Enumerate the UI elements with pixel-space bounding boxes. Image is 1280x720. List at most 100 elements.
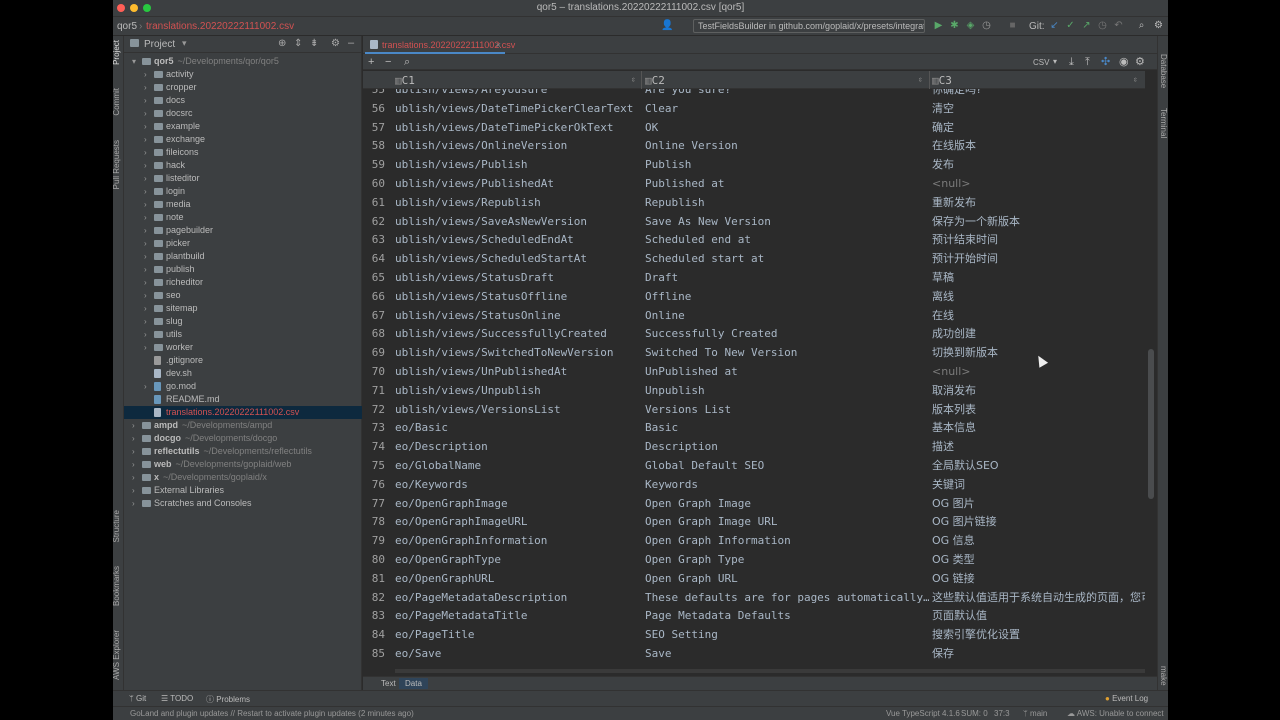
chevron-right-icon[interactable]: › — [144, 133, 147, 146]
cell-c1[interactable]: eo/Keywords — [395, 475, 640, 494]
search-icon[interactable]: ⌕ — [1136, 20, 1147, 31]
column-header-c2[interactable]: ▥C2 — [645, 74, 665, 87]
cell-c3[interactable]: 页面默认值 — [932, 606, 1145, 625]
cell-c1[interactable]: ublish/views/ScheduledStartAt — [395, 249, 640, 268]
aws-explorer-tool-button[interactable]: AWS Explorer — [113, 630, 121, 680]
caret-position[interactable]: 37:3 — [994, 709, 1010, 718]
cell-c1[interactable]: eo/PageMetadataDescription — [395, 588, 640, 607]
git-branch-widget[interactable]: ᛘ main — [1023, 709, 1047, 718]
cell-c2[interactable]: Are you sure? — [645, 89, 929, 99]
chevron-right-icon[interactable]: › — [144, 315, 147, 328]
table-row[interactable]: 69 ublish/views/SwitchedToNewVersion Switc… — [363, 343, 1145, 362]
table-row[interactable]: 71 ublish/views/Unpublish Unpublish 取消发布 — [363, 381, 1145, 400]
git-rollback-icon[interactable]: ↶ — [1113, 20, 1124, 31]
cell-c2[interactable]: Online — [645, 306, 929, 325]
cell-c2[interactable]: Successfully Created — [645, 324, 929, 343]
chevron-right-icon[interactable]: › — [144, 146, 147, 159]
database-tool-button[interactable]: Database — [1159, 54, 1168, 88]
sort-icon[interactable]: ⇳ — [631, 75, 636, 84]
locate-file-icon[interactable]: ⊕ — [278, 38, 286, 49]
cell-c2[interactable]: Description — [645, 437, 929, 456]
pull-requests-tool-button[interactable]: Pull Requests — [113, 140, 121, 189]
chevron-right-icon[interactable]: › — [144, 328, 147, 341]
export-icon[interactable]: ⤓ — [1069, 56, 1074, 68]
chevron-right-icon[interactable]: › — [132, 497, 135, 510]
table-row[interactable]: 56 ublish/views/DateTimePickerClearText Cl… — [363, 99, 1145, 118]
cell-c1[interactable]: ublish/views/VersionsList — [395, 400, 640, 419]
cell-c3[interactable]: OG 图片链接 — [932, 512, 1145, 531]
cell-c1[interactable]: eo/GlobalName — [395, 456, 640, 475]
tree-item[interactable]: › media — [124, 198, 362, 211]
tree-item[interactable]: README.md — [124, 393, 362, 406]
cell-c3[interactable]: 版本列表 — [932, 400, 1145, 419]
import-icon[interactable]: ⤒ — [1085, 56, 1090, 68]
table-row[interactable]: 67 ublish/views/StatusOnline Online 在线 — [363, 306, 1145, 325]
tree-item[interactable]: › publish — [124, 263, 362, 276]
cell-c1[interactable]: eo/Save — [395, 644, 640, 663]
tree-item[interactable]: › docs — [124, 94, 362, 107]
table-row[interactable]: 77 eo/OpenGraphImage Open Graph Image OG 图片 — [363, 494, 1145, 513]
tree-item[interactable]: › listeditor — [124, 172, 362, 185]
table-row[interactable]: 55 ublish/views/Areyousure Are you sure? 你确… — [363, 89, 1145, 99]
git-history-icon[interactable]: ◷ — [1097, 20, 1108, 31]
debug-icon[interactable]: ✱ — [949, 20, 960, 31]
chevron-right-icon[interactable]: › — [144, 276, 147, 289]
sort-icon[interactable]: ⇳ — [1133, 75, 1138, 84]
chevron-right-icon[interactable]: › — [144, 94, 147, 107]
table-row[interactable]: 78 eo/OpenGraphImageURL Open Graph Image U… — [363, 512, 1145, 531]
chevron-right-icon[interactable]: › — [132, 432, 135, 445]
cell-c2[interactable]: Switched To New Version — [645, 343, 929, 362]
cell-c2[interactable]: Save — [645, 644, 929, 663]
tree-item[interactable]: › ampd ~/Developments/ampd — [124, 419, 362, 432]
table-row[interactable]: 81 eo/OpenGraphURL Open Graph URL OG 链接 — [363, 569, 1145, 588]
vertical-scrollbar[interactable] — [1147, 89, 1155, 669]
tree-item[interactable]: › utils — [124, 328, 362, 341]
cell-c1[interactable]: ublish/views/Publish — [395, 155, 640, 174]
cell-c2[interactable]: Clear — [645, 99, 929, 118]
chevron-right-icon[interactable]: › — [144, 263, 147, 276]
settings-gear-icon[interactable]: ⚙ — [1153, 20, 1164, 31]
chevron-right-icon[interactable]: › — [132, 445, 135, 458]
cell-c3[interactable]: 预计结束时间 — [932, 230, 1145, 249]
grid-settings-icon[interactable]: ⚙ — [1135, 56, 1145, 68]
cell-c3[interactable]: 成功创建 — [932, 324, 1145, 343]
editor-tab-csv[interactable]: translations.20220222111002.csv × — [365, 36, 515, 54]
cell-c1[interactable]: ublish/views/ScheduledEndAt — [395, 230, 640, 249]
cell-c2[interactable]: Open Graph URL — [645, 569, 929, 588]
aws-connection-status[interactable]: ☁ AWS: Unable to connect — [1067, 709, 1164, 718]
table-row[interactable]: 61 ublish/views/Republish Republish 重新发布 — [363, 193, 1145, 212]
cell-c2[interactable]: Offline — [645, 287, 929, 306]
problems-tool-window-button[interactable]: ⓘ Problems — [206, 694, 250, 705]
tree-item[interactable]: › cropper — [124, 81, 362, 94]
status-message[interactable]: GoLand and plugin updates // Restart to … — [130, 709, 414, 718]
tree-item[interactable]: › reflectutils ~/Developments/reflectutils — [124, 445, 362, 458]
chevron-right-icon[interactable]: › — [144, 107, 147, 120]
tree-item[interactable]: › hack — [124, 159, 362, 172]
cell-c3[interactable]: OG 图片 — [932, 494, 1145, 513]
tree-item[interactable]: › sitemap — [124, 302, 362, 315]
table-row[interactable]: 84 eo/PageTitle SEO Setting 搜索引擎优化设置 — [363, 625, 1145, 644]
cell-c3[interactable]: 保存为一个新版本 — [932, 212, 1145, 231]
tree-item[interactable]: › worker — [124, 341, 362, 354]
tree-item[interactable]: › go.mod — [124, 380, 362, 393]
cell-c1[interactable]: ublish/views/SwitchedToNewVersion — [395, 343, 640, 362]
table-row[interactable]: 70 ublish/views/UnPublishedAt UnPublished … — [363, 362, 1145, 381]
cell-c2[interactable]: SEO Setting — [645, 625, 929, 644]
tree-item[interactable]: › richeditor — [124, 276, 362, 289]
todo-tool-window-button[interactable]: ☰ TODO — [161, 694, 193, 703]
view-icon[interactable]: ◉ — [1119, 56, 1129, 68]
cell-c3[interactable]: 搜索引擎优化设置 — [932, 625, 1145, 644]
tree-item[interactable]: › login — [124, 185, 362, 198]
cell-c3[interactable]: 预计开始时间 — [932, 249, 1145, 268]
cell-c2[interactable]: Save As New Version — [645, 212, 929, 231]
structure-tool-button[interactable]: Structure — [113, 510, 121, 542]
make-tool-button[interactable]: make — [1159, 666, 1168, 686]
table-row[interactable]: 74 eo/Description Description 描述 — [363, 437, 1145, 456]
search-icon[interactable]: ⌕ — [404, 56, 410, 68]
cell-c3[interactable]: 在线 — [932, 306, 1145, 325]
cell-c1[interactable]: eo/Basic — [395, 418, 640, 437]
hide-panel-icon[interactable]: – — [348, 37, 354, 49]
cell-c2[interactable]: Online Version — [645, 136, 929, 155]
event-log-button[interactable]: ● Event Log — [1105, 694, 1148, 703]
table-row[interactable]: 82 eo/PageMetadataDescription These defaul… — [363, 588, 1145, 607]
